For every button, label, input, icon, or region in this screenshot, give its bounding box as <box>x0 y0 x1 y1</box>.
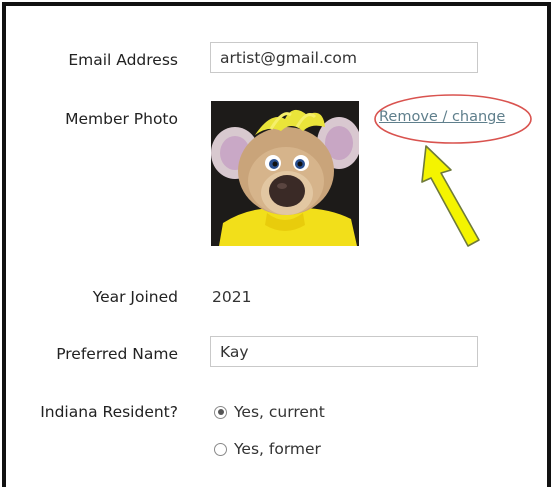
preferred-name-field[interactable] <box>210 336 478 367</box>
highlight-circle-annotation <box>374 94 532 144</box>
indiana-resident-label: Indiana Resident? <box>40 403 178 421</box>
pointer-arrow-annotation <box>421 145 480 247</box>
radio-former-label: Yes, former <box>234 440 321 458</box>
preferred-name-label: Preferred Name <box>56 345 178 363</box>
member-photo <box>211 101 359 246</box>
year-joined-value: 2021 <box>212 288 252 306</box>
member-photo-label: Member Photo <box>65 110 178 128</box>
mouse-plush-image <box>211 101 359 246</box>
radio-current[interactable] <box>214 405 227 419</box>
resident-option-current[interactable]: Yes, current <box>214 401 325 423</box>
email-label: Email Address <box>68 51 178 69</box>
form-frame: Email Address Member Photo <box>2 2 551 487</box>
radio-former[interactable] <box>214 442 227 456</box>
email-field[interactable] <box>210 42 478 73</box>
radio-current-label: Yes, current <box>234 403 325 421</box>
year-joined-label: Year Joined <box>92 288 178 306</box>
resident-option-former[interactable]: Yes, former <box>214 438 321 460</box>
